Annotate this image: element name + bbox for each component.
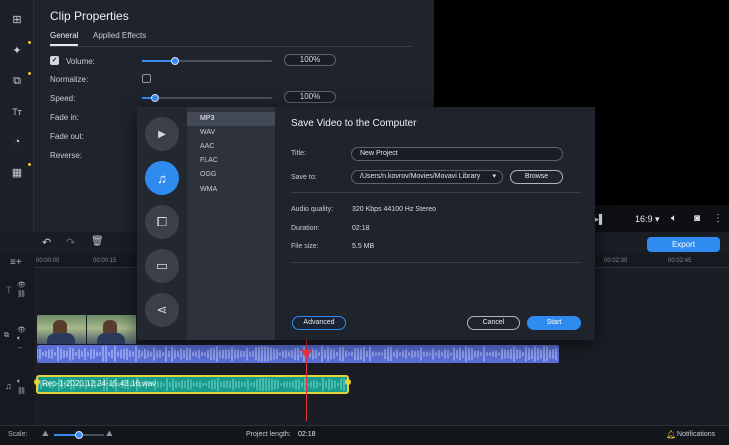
speed-slider[interactable] [142,94,272,102]
dialog-main [275,107,595,340]
tv-icon[interactable]: ▭ [145,249,179,283]
track-headers: ≡+ T 👁︎ ⛓︎ ⧉ 👁︎ 🔈︎ ← ♫ 🔈︎ ⛓︎ [0,254,34,425]
fade-in-label: Fade in: [50,113,79,122]
stickers-icon[interactable]: ◔ [6,131,28,153]
cancel-button[interactable]: Cancel [467,316,520,330]
format-item[interactable]: AAC [187,140,275,154]
format-list: MP3 WAV AAC FLAC OGG WMA [187,107,275,340]
music-track-icon: ♫ [5,381,12,391]
export-category-bar: ▶ ♫ ⧠ ▭ ⋖ [137,107,187,340]
format-item[interactable]: WAV [187,126,275,140]
arrow-left-icon[interactable]: ← [17,344,24,351]
save-path-value: /Users/n.kovrov/Movies/Movavi Library [360,173,481,180]
title-label: Title: [291,150,306,157]
music-note-icon[interactable]: ♫ [145,161,179,195]
speaker-icon[interactable]: 🔈︎ [671,213,677,224]
camera-icon[interactable]: ◙ [694,213,700,224]
clip-handle-left[interactable] [34,379,40,385]
share-icon[interactable]: ⋖ [145,293,179,327]
aspect-ratio-dropdown[interactable]: 16:9 ▾ [635,214,660,225]
video-thumbnail [37,315,87,344]
file-size-value: 5.5 MB [352,243,375,250]
zoom-in-icon[interactable]: ⛰︎ [106,429,113,439]
notifications-link[interactable]: Notifications [677,431,715,438]
save-path-dropdown[interactable]: /Users/n.kovrov/Movies/Movavi Library ▾ [351,170,503,184]
volume-slider[interactable] [142,57,272,65]
status-bar: Scale: ⛰︎ ⛰︎ Project length: 02:18 🔔︎ No… [0,425,729,445]
duration-label: Duration: [291,225,320,232]
video-clip[interactable] [37,315,137,344]
bell-icon[interactable]: 🔔︎ [666,430,676,439]
format-item[interactable]: OGG [187,168,275,182]
transitions-icon[interactable]: ⧉ [6,70,31,92]
format-item[interactable]: MP3 [187,112,275,126]
format-item[interactable]: FLAC [187,154,275,168]
save-to-label: Save to: [291,174,317,181]
speaker-icon[interactable]: 🔈︎ [17,378,21,386]
speed-slider-thumb[interactable] [151,94,159,102]
file-size-label: File size: [291,243,319,250]
magic-wand-icon[interactable]: ✦ [6,39,31,61]
audio-clip-name: Rec-1-2020.12.24-15.43.16.wav [42,379,157,388]
format-item[interactable]: WMA [187,183,275,197]
speaker-icon[interactable]: 🔈︎ [17,335,21,343]
ruler-label: 00:00:15 [93,258,117,264]
volume-checkbox[interactable]: ✓ [50,56,59,65]
ruler-label: 00:00:00 [36,258,60,264]
ruler-label: 00:02:30 [604,258,628,264]
divider [291,262,581,263]
eye-icon[interactable]: 👁︎ [17,281,26,289]
title-input[interactable]: New Project [351,147,563,161]
project-length-value: 02:18 [298,431,316,438]
video-icon[interactable]: ▶ [145,117,179,151]
normalize-label: Normalize: [50,75,89,84]
trash-icon[interactable]: 🗑︎ [91,236,104,247]
ruler-label: 00:02:45 [668,258,692,264]
clip-handle-right[interactable] [345,379,351,385]
link-icon[interactable]: ⛓︎ [17,387,26,395]
zoom-out-icon[interactable]: ⛰︎ [42,429,49,439]
project-length-label: Project length: [246,431,291,438]
speed-value-field[interactable]: 100% [284,91,336,103]
link-icon[interactable]: ⛓︎ [17,290,26,298]
eye-icon[interactable]: 👁︎ [17,326,26,334]
titles-icon[interactable]: Tт [6,101,28,123]
import-icon[interactable]: ⊞ [6,8,28,30]
redo-icon[interactable]: ↷ [66,236,75,249]
tab-general[interactable]: General [50,31,78,40]
advanced-button[interactable]: Advanced [292,316,346,330]
normalize-checkbox[interactable] [142,74,151,83]
more-vertical-icon[interactable]: ⋮ [713,213,723,224]
video-thumbnail [87,315,137,344]
tab-applied-effects[interactable]: Applied Effects [93,31,146,40]
scale-slider[interactable] [54,431,104,439]
browse-button[interactable]: Browse [510,170,563,184]
reverse-label: Reverse: [50,151,83,160]
dialog-title: Save Video to the Computer [291,118,417,129]
scale-label: Scale: [8,431,28,438]
undo-icon[interactable]: ↶ [42,236,51,249]
divider [291,192,581,193]
start-button[interactable]: Start [527,316,581,330]
video-track-icon: ⧉ [4,332,9,339]
video-audio-waveform[interactable] [37,345,559,363]
devices-icon[interactable]: ⧠ [145,205,179,239]
scale-slider-thumb[interactable] [75,431,83,439]
more-tools-icon[interactable]: ▦ [6,161,31,183]
volume-slider-thumb[interactable] [171,57,179,65]
volume-value-field[interactable]: 100% [284,54,336,66]
add-track-icon[interactable]: ≡+ [10,257,22,268]
audio-quality-value: 320 Kbps 44100 Hz Stereo [352,206,437,213]
export-button[interactable]: Export [647,237,720,252]
speed-label: Speed: [50,94,76,103]
audio-quality-label: Audio quality: [291,206,334,213]
chevron-down-icon: ▾ [492,173,496,180]
left-toolbar: ⊞ ✦ ⧉ Tт ◔ ▦ [0,0,34,232]
panel-title: Clip Properties [50,9,129,23]
volume-label: Volume: [66,57,95,66]
fade-out-label: Fade out: [50,132,84,141]
tabs-divider [50,46,412,47]
text-track-icon: T [6,285,12,295]
duration-value: 02:18 [352,225,370,232]
